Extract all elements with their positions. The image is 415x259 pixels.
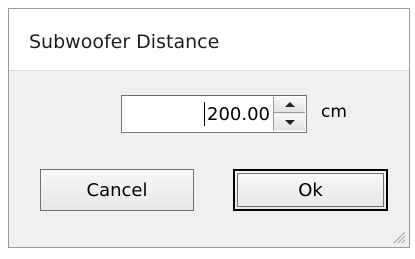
resize-grip-icon[interactable]	[392, 230, 406, 244]
text-caret	[204, 102, 205, 126]
distance-spinner[interactable]	[273, 97, 305, 131]
ok-button[interactable]: Ok	[233, 169, 388, 211]
cancel-button-label: Cancel	[86, 179, 148, 201]
title-bar: Subwoofer Distance	[9, 9, 409, 71]
dialog-title: Subwoofer Distance	[29, 31, 220, 53]
distance-field[interactable]	[121, 95, 307, 133]
spin-down-button[interactable]	[274, 114, 305, 130]
spin-up-button[interactable]	[274, 97, 305, 113]
chevron-down-icon	[284, 119, 295, 125]
cancel-button[interactable]: Cancel	[40, 169, 194, 211]
unit-label: cm	[321, 102, 347, 122]
subwoofer-distance-dialog: Subwoofer Distance cm Cancel Ok	[8, 8, 410, 248]
distance-input[interactable]	[124, 98, 272, 130]
ok-button-label: Ok	[298, 179, 323, 201]
chevron-up-icon	[284, 102, 295, 107]
